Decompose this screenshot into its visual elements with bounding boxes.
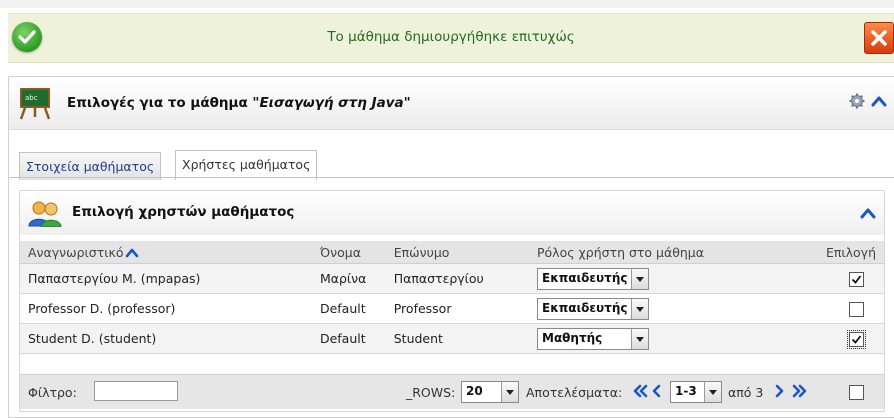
chevron-up-icon[interactable] — [860, 207, 876, 219]
role-select[interactable]: Εκπαιδευτής — [537, 297, 649, 320]
svg-text:abc: abc — [25, 94, 38, 102]
chalkboard-icon: abc — [19, 88, 51, 120]
rows-label: _ROWS: — [406, 385, 456, 400]
cell-role: Εκπαιδευτής — [529, 293, 818, 324]
table-row: Professor D. (professor) Default Profess… — [20, 293, 884, 324]
cell-id: Student D. (student) — [20, 323, 312, 354]
checkmark-icon — [851, 274, 862, 284]
role-select-value: Εκπαιδευτής — [542, 270, 628, 285]
success-message-text: Το μάθημα δημιουργήθηκε επιτυχώς — [327, 29, 575, 45]
role-select-value: Μαθητής — [542, 330, 603, 345]
tab-course-users[interactable]: Χρήστες μαθήματος — [175, 150, 318, 180]
cell-last-name: Professor — [385, 293, 529, 324]
close-icon[interactable] — [864, 22, 894, 54]
dropdown-arrow-icon[interactable] — [631, 328, 648, 349]
chevron-up-icon[interactable] — [871, 95, 887, 107]
gear-icon[interactable] — [849, 93, 865, 109]
column-header-last-name[interactable]: Επώνυμο — [385, 241, 529, 264]
table-row: Student D. (student) Default Student Μαθ… — [20, 323, 884, 354]
panel-title: Επιλογές για το μάθημα "Εισαγωγή στη Jav… — [67, 95, 411, 111]
success-message-bar: Το μάθημα δημιουργήθηκε επιτυχώς — [8, 13, 894, 63]
dropdown-arrow-icon[interactable] — [631, 268, 648, 289]
table-header-row: Αναγνωριστικό Όνομα Επώνυμο Ρόλος χρήστη… — [20, 241, 884, 264]
cell-selection — [817, 293, 884, 324]
role-select-value: Εκπαιδευτής — [542, 300, 628, 315]
cell-first-name: Default — [311, 293, 386, 324]
table-row: Παπαστεργίου Μ. (mpapas) Μαρίνα Παπαστερ… — [20, 263, 884, 294]
tab-course-details[interactable]: Στοιχεία μαθήματος — [19, 152, 162, 180]
cell-first-name: Default — [311, 323, 386, 354]
rows-per-page-select[interactable]: 20 — [461, 381, 519, 403]
column-header-role[interactable]: Ρόλος χρήστη στο μάθημα — [529, 241, 818, 264]
dropdown-arrow-icon[interactable] — [704, 382, 721, 402]
section-title: Επιλογή χρηστών μαθήματος — [72, 204, 295, 220]
users-icon — [28, 201, 62, 227]
column-header-id-label: Αναγνωριστικό — [28, 244, 124, 260]
filter-input[interactable] — [94, 381, 178, 401]
checkmark-icon — [851, 334, 862, 344]
tab-divider — [9, 177, 894, 178]
filter-label: Φίλτρο: — [28, 385, 77, 400]
panel-title-prefix: Επιλογές για το μάθημα — [67, 95, 253, 111]
previous-page-icon[interactable] — [652, 384, 662, 398]
select-all-checkbox[interactable] — [849, 385, 864, 400]
cell-role: Εκπαιδευτής — [529, 263, 818, 294]
panel-header: abc Επιλογές για το μάθημα "Εισαγωγή στη… — [9, 77, 894, 130]
rows-per-page-value: 20 — [466, 384, 483, 398]
dropdown-arrow-icon[interactable] — [501, 382, 518, 402]
cell-id: Professor D. (professor) — [20, 293, 312, 324]
column-header-selection[interactable]: Επιλογή — [817, 241, 884, 264]
row-checkbox[interactable] — [849, 301, 864, 317]
user-selection-section: Επιλογή χρηστών μαθήματος Αναγνωριστικό … — [19, 190, 885, 412]
next-page-icon[interactable] — [774, 384, 784, 398]
last-page-icon[interactable] — [792, 384, 808, 398]
cell-first-name: Μαρίνα — [311, 263, 386, 294]
row-checkbox[interactable] — [849, 271, 864, 287]
cell-selection — [817, 263, 884, 294]
cell-last-name: Παπαστεργίου — [385, 263, 529, 294]
results-label: Αποτελέσματα: — [526, 385, 623, 400]
users-table: Αναγνωριστικό Όνομα Επώνυμο Ρόλος χρήστη… — [20, 241, 884, 354]
course-name: "Εισαγωγή στη Java" — [252, 95, 411, 111]
role-select[interactable]: Εκπαιδευτής — [537, 267, 649, 290]
dropdown-arrow-icon[interactable] — [631, 298, 648, 319]
cell-last-name: Student — [385, 323, 529, 354]
page-count-label: από 3 — [728, 385, 764, 400]
page-select[interactable]: 1-3 — [670, 381, 722, 403]
section-header: Επιλογή χρηστών μαθήματος — [20, 191, 884, 235]
first-page-icon[interactable] — [632, 384, 648, 398]
page-select-value: 1-3 — [675, 384, 697, 398]
role-select[interactable]: Μαθητής — [537, 327, 649, 350]
cell-id: Παπαστεργίου Μ. (mpapas) — [20, 263, 312, 294]
table-footer: Φίλτρο: _ROWS: 20 Αποτελέσματα: 1-3 από … — [20, 374, 884, 409]
column-header-first-name[interactable]: Όνομα — [311, 241, 386, 264]
sort-ascending-icon[interactable] — [125, 248, 139, 258]
cell-role: Μαθητής — [529, 323, 818, 354]
row-checkbox[interactable] — [847, 329, 866, 349]
course-options-panel: abc Επιλογές για το μάθημα "Εισαγωγή στη… — [8, 76, 894, 418]
cell-selection — [817, 323, 884, 354]
top-strip — [0, 0, 894, 8]
column-header-id[interactable]: Αναγνωριστικό — [20, 241, 312, 264]
